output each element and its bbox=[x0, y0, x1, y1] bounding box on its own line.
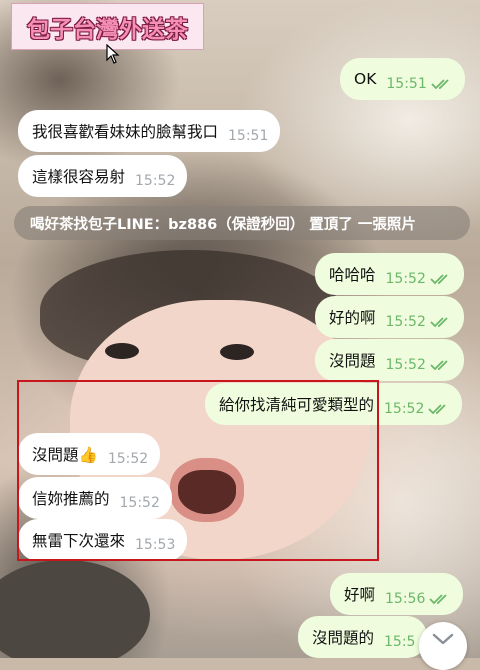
double-check-icon bbox=[429, 594, 448, 605]
double-check-icon bbox=[430, 274, 448, 285]
message-time: 15:52 bbox=[135, 173, 176, 189]
message-text: OK bbox=[354, 70, 377, 88]
message-time: 15:52 bbox=[385, 271, 426, 287]
pinned-message-text: 喝好茶找包子LINE：bz886（保證秒回） 置頂了 一張照片 bbox=[30, 216, 416, 233]
double-check-icon bbox=[428, 404, 447, 415]
message-text: 這樣很容易射 bbox=[32, 168, 126, 186]
message-text: 好的啊 bbox=[329, 309, 376, 327]
double-check-icon bbox=[430, 317, 448, 328]
message-bubble-outgoing[interactable]: 沒問題 15:52 bbox=[315, 339, 464, 381]
message-text: 沒問題的 bbox=[312, 629, 375, 647]
message-time: 15:52 bbox=[384, 401, 425, 417]
message-bubble-outgoing[interactable]: 好的啊 15:52 bbox=[315, 296, 464, 338]
message-text: 好啊 bbox=[344, 586, 376, 604]
chevron-down-icon bbox=[432, 633, 454, 645]
message-bubble-outgoing[interactable]: 沒問題的 15:5 bbox=[298, 616, 428, 658]
message-text: 沒問題 bbox=[329, 352, 376, 370]
highlight-annotation-box bbox=[17, 380, 379, 561]
message-bubble-outgoing[interactable]: 好啊 15:56 bbox=[330, 573, 464, 615]
message-time: 15:51 bbox=[386, 76, 427, 92]
message-time: 15:52 bbox=[385, 357, 426, 373]
double-check-icon bbox=[431, 79, 449, 90]
message-bubble-incoming[interactable]: 這樣很容易射 15:52 bbox=[18, 155, 188, 197]
message-time: 15:51 bbox=[228, 128, 269, 144]
message-time: 15:52 bbox=[385, 314, 426, 330]
message-text: 我很喜歡看妹妹的臉幫我口 bbox=[32, 123, 219, 141]
pinned-message-notice[interactable]: 喝好茶找包子LINE：bz886（保證秒回） 置頂了 一張照片 bbox=[14, 206, 470, 240]
double-check-icon bbox=[430, 360, 448, 371]
message-time: 15:5 bbox=[384, 634, 416, 650]
message-bubble-outgoing[interactable]: OK 15:51 bbox=[340, 58, 465, 100]
scroll-to-bottom-button[interactable] bbox=[419, 622, 467, 670]
watermark-banner: 包子台灣外送茶 bbox=[11, 3, 204, 50]
watermark-text: 包子台灣外送茶 bbox=[27, 15, 188, 43]
message-bubble-outgoing[interactable]: 哈哈哈 15:52 bbox=[315, 253, 464, 295]
message-text: 哈哈哈 bbox=[329, 266, 376, 284]
message-bubble-incoming[interactable]: 我很喜歡看妹妹的臉幫我口 15:51 bbox=[18, 110, 281, 152]
message-time: 15:56 bbox=[385, 591, 426, 607]
mouse-pointer-icon bbox=[106, 44, 120, 64]
